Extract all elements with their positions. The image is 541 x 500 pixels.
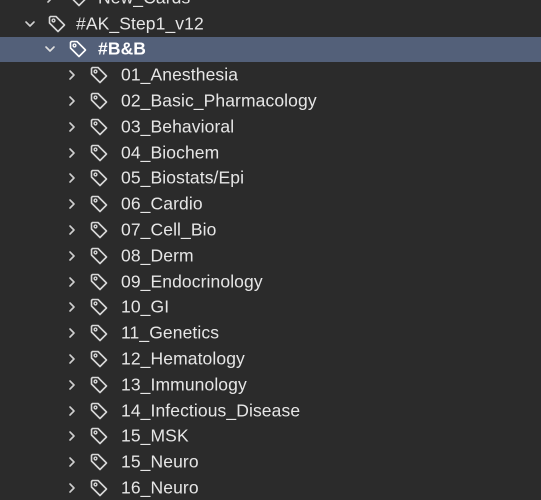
tree-item-bb-selected[interactable]: #B&B [0,36,541,63]
tag-icon [89,91,109,111]
tree-item-label: 05_Biostats/Epi [121,167,245,188]
tree-item[interactable]: 05_Biostats/Epi [0,166,541,192]
tree-item[interactable]: 12_Hematology [0,346,541,372]
tree-item-label: 01_Anesthesia [121,64,239,85]
tree-item-label: 11_Genetics [121,322,220,343]
tree-item-ak-step1[interactable]: #AK_Step1_v12 [0,11,541,37]
tag-icon [89,220,109,240]
chevron-right-icon[interactable] [66,250,78,262]
tag-icon [89,194,109,214]
chevron-right-icon[interactable] [66,69,78,81]
tree-item-label: 04_Biochem [121,142,220,163]
tree-item-label: 15_Neuro [121,451,199,472]
tree-item-label: 06_Cardio [121,193,203,214]
tree-children: 01_Anesthesia 02_Basic_Pharmacology 03_Beh… [0,62,541,500]
tree-item[interactable]: 09_Endocrinology [0,269,541,295]
tag-icon [68,0,88,8]
tag-icon [89,143,109,163]
tree-item-label: 09_Endocrinology [121,271,263,292]
tag-icon [89,478,109,498]
tree-item-label: 10_GI [121,296,170,317]
chevron-right-icon[interactable] [66,172,78,184]
chevron-right-icon[interactable] [66,121,78,133]
tree-item-label: New_Cards [98,0,190,8]
chevron-down-icon[interactable] [24,18,36,30]
chevron-right-icon[interactable] [66,430,78,442]
tree-item[interactable]: 13_Immunology [0,372,541,398]
tree-item[interactable]: 02_Basic_Pharmacology [0,88,541,114]
tree-item[interactable]: 10_GI [0,295,541,321]
chevron-right-icon[interactable] [66,95,78,107]
tree-item[interactable]: 14_Infectious_Disease [0,398,541,424]
chevron-right-icon[interactable] [66,482,78,494]
tag-icon [68,39,88,59]
tag-icon [89,297,109,317]
tree-item-label: #B&B [98,38,147,59]
tree-item-label: #AK_Step1_v12 [76,13,204,34]
tree-item[interactable]: 11_Genetics [0,320,541,346]
tree-item[interactable]: 15_Neuro [0,449,541,475]
tree-item[interactable]: 07_Cell_Bio [0,217,541,243]
tree-item-label: 15_MSK [121,425,189,446]
tree-item[interactable]: 15_MSK [0,424,541,450]
tree-item-label: 08_Derm [121,245,194,266]
tag-icon [89,401,109,421]
tag-icon [89,323,109,343]
tree-item[interactable]: 03_Behavioral [0,114,541,140]
tree-item-label: 02_Basic_Pharmacology [121,90,317,111]
tag-icon [89,168,109,188]
chevron-right-icon[interactable] [44,0,56,4]
tag-icon [89,375,109,395]
tree-item[interactable]: 16_Neuro [0,475,541,500]
tree-item-label: 13_Immunology [121,374,247,395]
tree-item[interactable]: 08_Derm [0,243,541,269]
tag-icon [89,452,109,472]
tree-item[interactable]: 04_Biochem [0,140,541,166]
chevron-right-icon[interactable] [66,301,78,313]
tree-item-new-cards[interactable]: New_Cards [0,0,541,11]
tag-icon [89,117,109,137]
tree-item-label: 14_Infectious_Disease [121,400,301,421]
tree-item-label: 16_Neuro [121,477,199,498]
chevron-down-icon[interactable] [44,43,56,55]
tree-item-label: 12_Hematology [121,348,245,369]
tree-item[interactable]: 01_Anesthesia [0,62,541,88]
tag-icon [47,14,67,34]
tag-icon [89,246,109,266]
tree-item-label: 03_Behavioral [121,116,235,137]
tag-tree: New_Cards #AK_Step1_v12 #B&B 01_Anesthes… [0,0,541,500]
chevron-right-icon[interactable] [66,224,78,236]
tree-item-label: 07_Cell_Bio [121,219,217,240]
tag-icon [89,65,109,85]
chevron-right-icon[interactable] [66,456,78,468]
chevron-right-icon[interactable] [66,276,78,288]
tag-icon [89,349,109,369]
chevron-right-icon[interactable] [66,379,78,391]
tag-icon [89,272,109,292]
tree-item[interactable]: 06_Cardio [0,191,541,217]
tag-icon [89,426,109,446]
chevron-right-icon[interactable] [66,405,78,417]
chevron-right-icon[interactable] [66,327,78,339]
chevron-right-icon[interactable] [66,147,78,159]
chevron-right-icon[interactable] [66,198,78,210]
chevron-right-icon[interactable] [66,353,78,365]
